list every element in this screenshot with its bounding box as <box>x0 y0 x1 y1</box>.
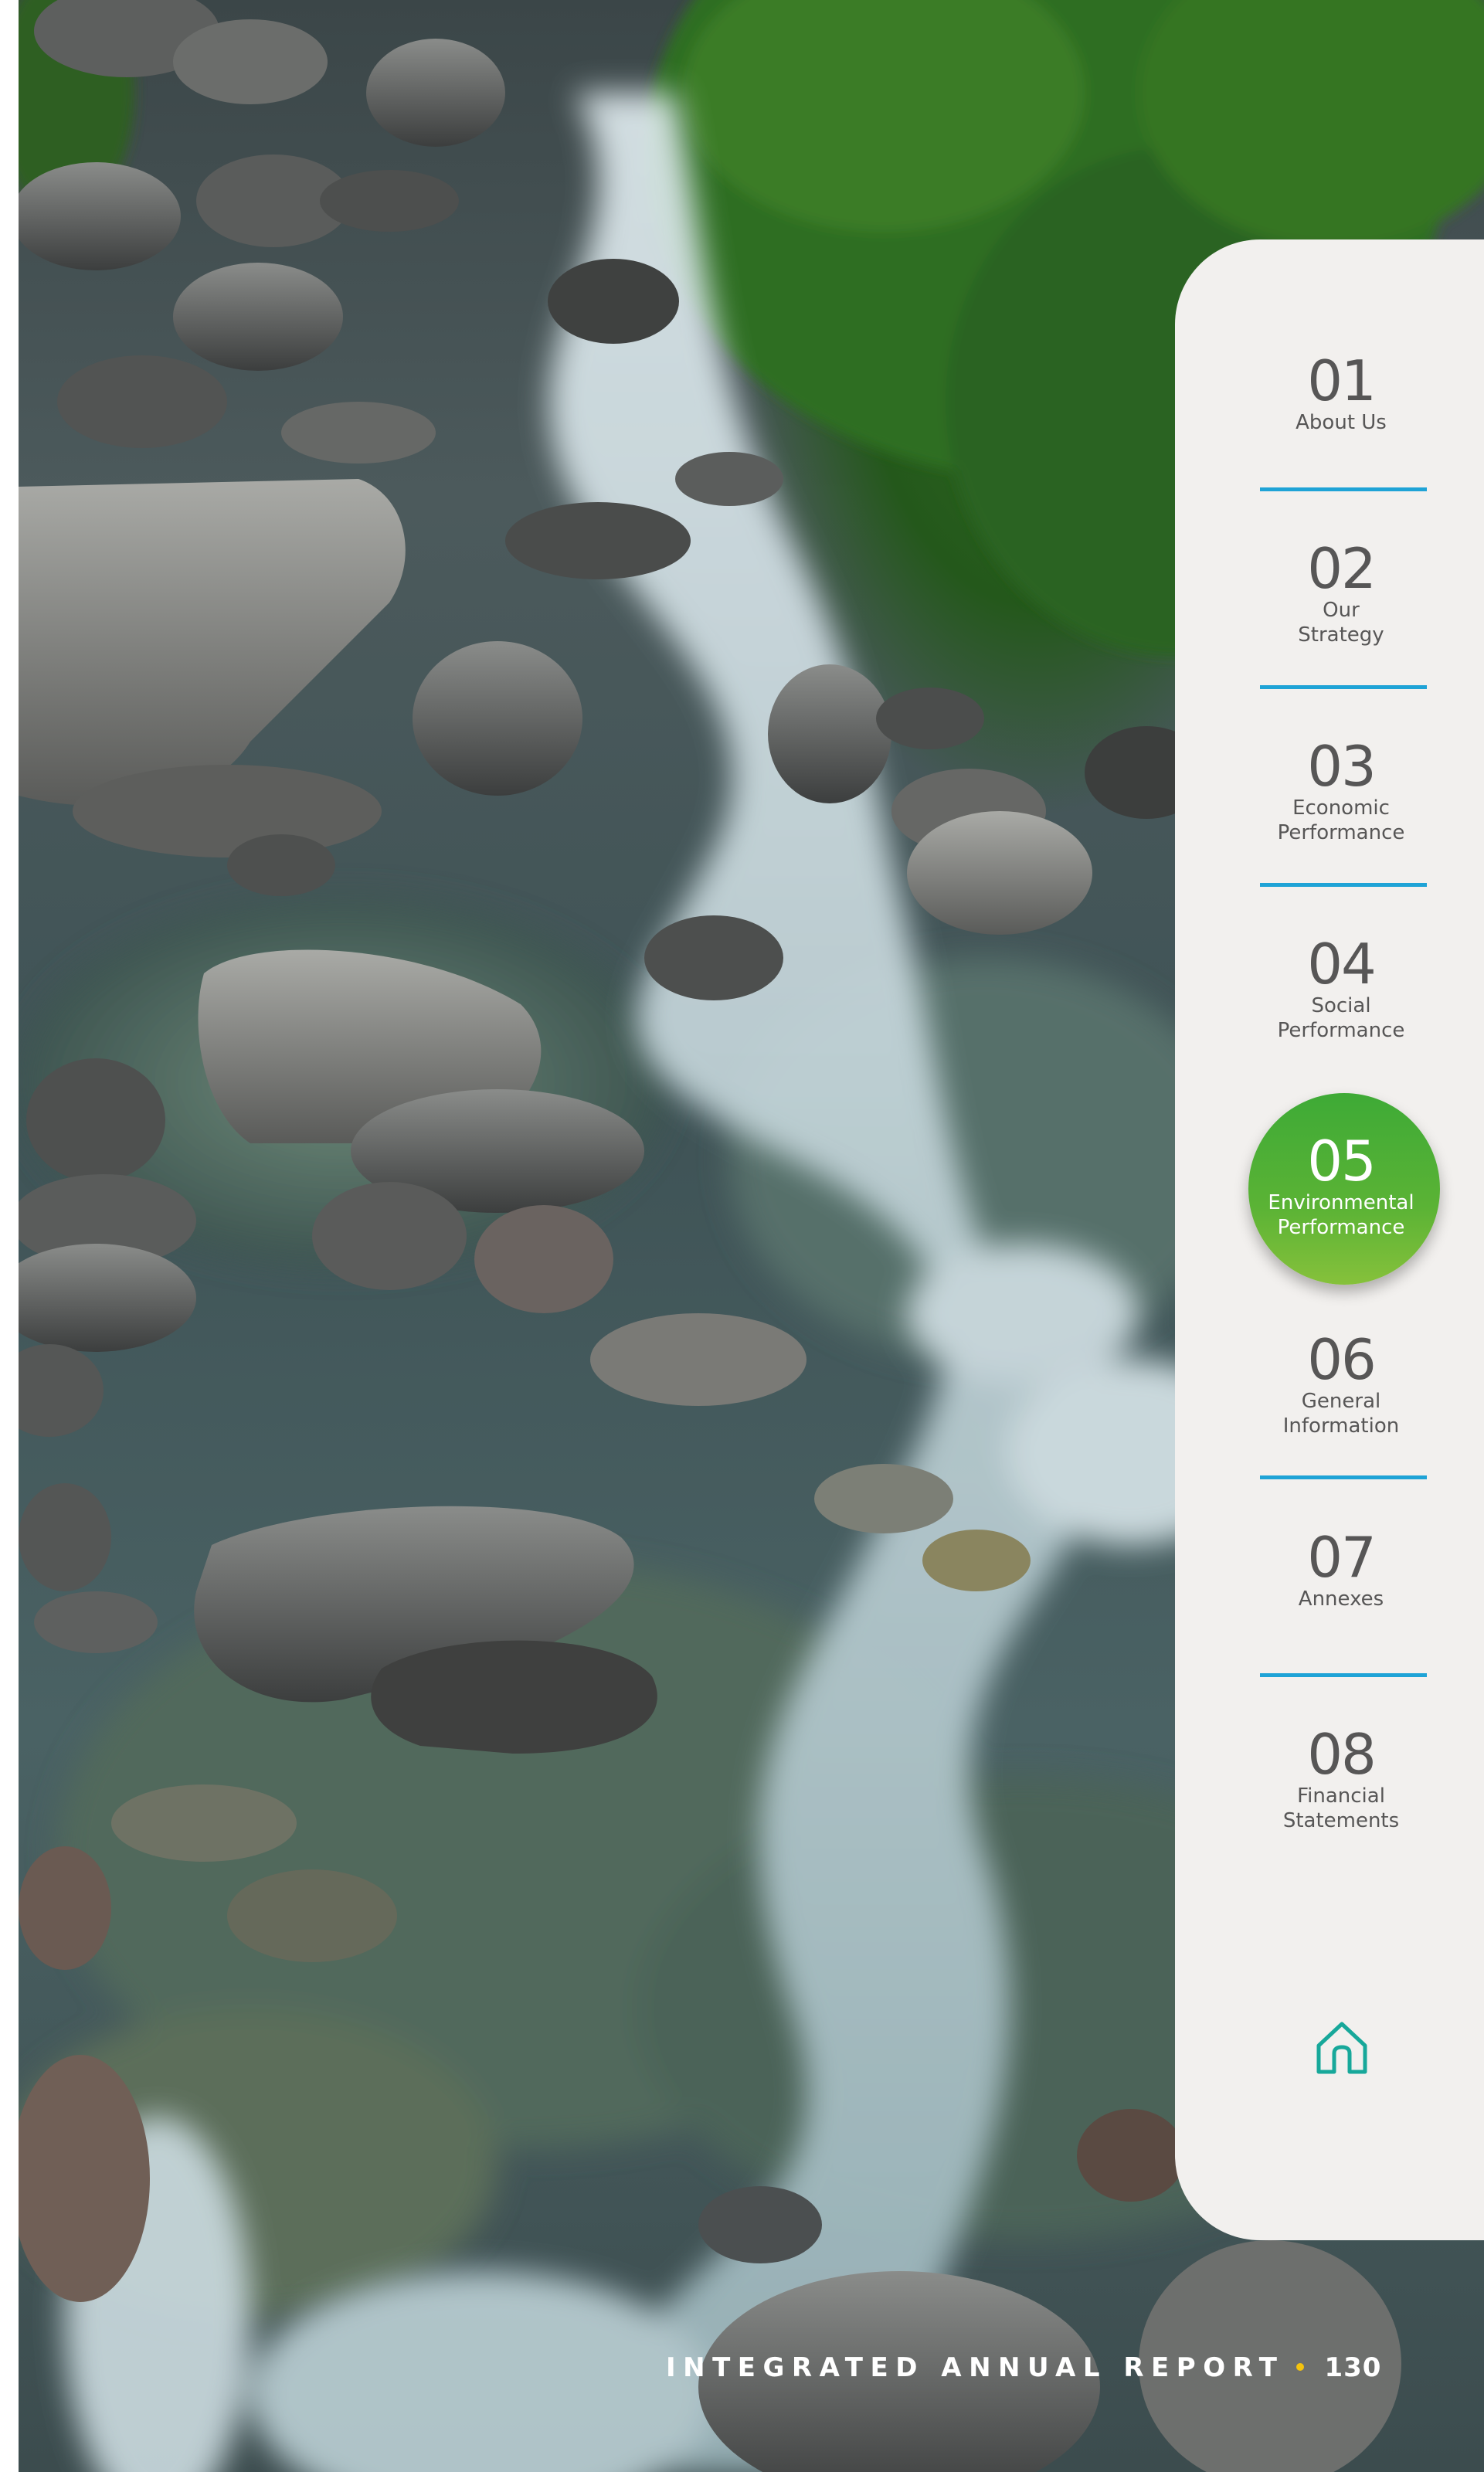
footer-separator-dot <box>1296 2362 1305 2371</box>
nav-divider <box>1260 1673 1427 1677</box>
page-number: 130 <box>1324 2352 1382 2383</box>
nav-number: 03 <box>1307 734 1377 799</box>
nav-item-our-strategy[interactable]: 02 Our Strategy <box>1175 539 1484 647</box>
nav-divider <box>1260 1475 1427 1479</box>
nav-label: Annexes <box>1298 1587 1384 1611</box>
nav-item-about-us[interactable]: 01 About Us <box>1175 351 1484 435</box>
nav-item-economic-performance[interactable]: 03 Economic Performance <box>1175 737 1484 845</box>
nav-divider <box>1260 883 1427 887</box>
nav-label: Economic Performance <box>1277 796 1405 844</box>
nav-divider <box>1260 685 1427 689</box>
page-footer: INTEGRATED ANNUAL REPORT 130 <box>666 2348 1381 2387</box>
section-nav: 01 About Us 02 Our Strategy 03 Economic … <box>1175 239 1484 2240</box>
nav-item-general-information[interactable]: 06 General Information <box>1175 1330 1484 1438</box>
nav-number: 04 <box>1307 932 1377 997</box>
report-page: 01 About Us 02 Our Strategy 03 Economic … <box>0 0 1484 2472</box>
home-button[interactable] <box>1311 2016 1373 2078</box>
nav-label: Our Strategy <box>1298 599 1384 647</box>
nav-label: General Information <box>1282 1390 1400 1438</box>
nav-number: 02 <box>1307 536 1377 601</box>
report-title: INTEGRATED ANNUAL REPORT <box>666 2352 1285 2383</box>
nav-number: 01 <box>1307 348 1377 413</box>
nav-item-annexes[interactable]: 07 Annexes <box>1175 1528 1484 1611</box>
nav-number: 07 <box>1307 1525 1377 1590</box>
nav-label: Financial Statements <box>1282 1784 1400 1832</box>
nav-number: 08 <box>1307 1722 1377 1787</box>
nav-number: 06 <box>1307 1327 1377 1392</box>
home-icon <box>1316 2022 1367 2074</box>
nav-label: About Us <box>1296 411 1387 434</box>
nav-item-social-performance[interactable]: 04 Social Performance <box>1175 935 1484 1043</box>
nav-item-environmental-performance[interactable]: 05 Environmental Performance <box>1175 1132 1484 1240</box>
nav-divider <box>1260 487 1427 491</box>
nav-label: Environmental Performance <box>1268 1191 1414 1239</box>
nav-item-financial-statements[interactable]: 08 Financial Statements <box>1175 1725 1484 1833</box>
nav-label: Social Performance <box>1277 994 1405 1042</box>
nav-number: 05 <box>1307 1129 1377 1194</box>
